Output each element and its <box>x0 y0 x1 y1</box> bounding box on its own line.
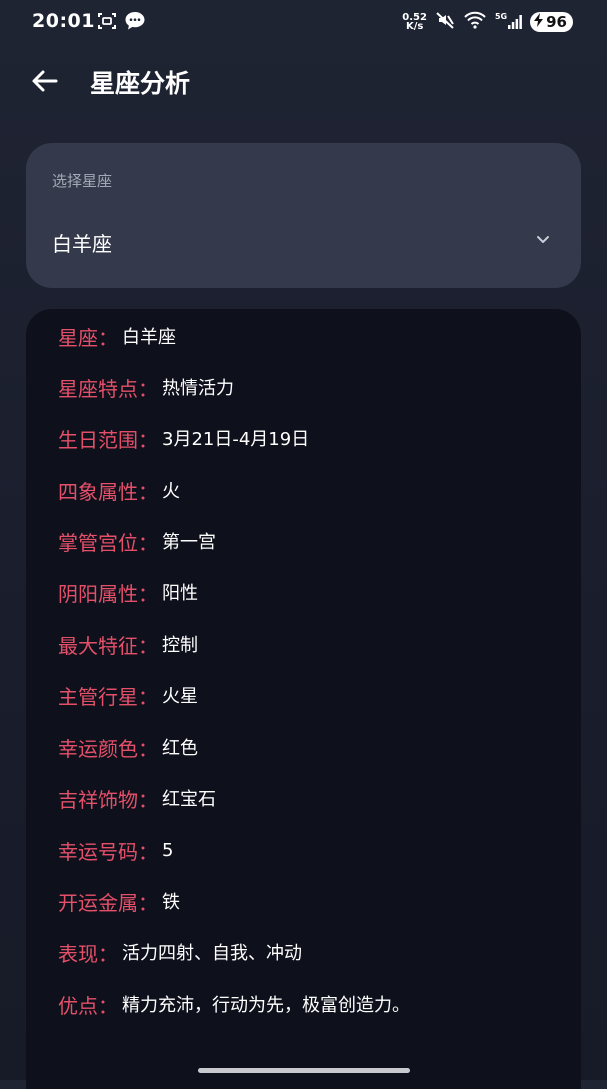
detail-row: 阴阳属性： 阳性 <box>58 577 198 607</box>
detail-value: 铁 <box>162 892 180 913</box>
back-button[interactable] <box>28 64 62 98</box>
detail-row: 表现： 活力四射、自我、冲动 <box>58 937 302 967</box>
charging-icon <box>534 13 544 31</box>
detail-row: 四象属性：火 <box>58 475 180 505</box>
detail-key: 优点： <box>58 993 118 1018</box>
detail-value: 火 <box>162 481 180 502</box>
constellation-details: 星座： 白羊座 星座特点： 热情活力 生日范围： 3月21日-4月19日 四象属性：火… <box>26 309 581 1089</box>
detail-value: 第一宫 <box>162 532 216 553</box>
detail-key: 阴阳属性： <box>58 581 158 606</box>
detail-value: 热情活力 <box>162 378 234 399</box>
detail-row: 吉祥饰物： 红宝石 <box>58 783 216 813</box>
detail-value: 3月21日-4月19日 <box>162 429 310 450</box>
message-icon <box>124 11 146 35</box>
detail-key: 星座： <box>58 325 118 350</box>
detail-row: 幸运颜色： 红色 <box>58 732 198 762</box>
home-indicator[interactable] <box>198 1068 410 1073</box>
detail-value: 红宝石 <box>162 789 216 810</box>
detail-key: 星座特点： <box>58 376 158 401</box>
detail-row: 幸运号码： 5 <box>58 835 173 865</box>
page-title: 星座分析 <box>90 69 191 98</box>
battery-indicator: 96 <box>530 12 573 32</box>
detail-row: 主管行星： 火星 <box>58 680 198 710</box>
detail-row: 最大特征： 控制 <box>58 629 198 659</box>
signal-icon: 5G <box>494 12 523 29</box>
select-label: 选择星座 <box>52 172 113 190</box>
detail-key: 掌管宫位： <box>58 530 158 555</box>
detail-row: 星座特点： 热情活力 <box>58 372 234 402</box>
detail-key: 吉祥饰物： <box>58 787 158 812</box>
status-time: 20:01 <box>32 10 95 32</box>
detail-key: 幸运颜色： <box>58 736 158 761</box>
status-bar: 20:01 0.52 K/s 5G 96 <box>0 0 607 44</box>
detail-value: 活力四射、自我、冲动 <box>122 943 302 964</box>
detail-value: 阳性 <box>162 583 198 604</box>
wifi-icon <box>463 10 487 34</box>
detail-value: 控制 <box>162 635 198 656</box>
detail-row: 生日范围： 3月21日-4月19日 <box>58 423 309 453</box>
detail-row: 优点： 精力充沛，行动为先，极富创造力。 <box>58 989 410 1019</box>
network-type: 5G <box>494 12 508 21</box>
chevron-down-icon <box>537 236 549 243</box>
detail-value: 5 <box>162 839 174 861</box>
detail-row: 星座： 白羊座 <box>58 321 176 351</box>
detail-value: 精力充沛，行动为先，极富创造力。 <box>122 995 410 1016</box>
arrow-left-icon <box>32 70 58 92</box>
detail-key: 四象属性： <box>58 479 158 504</box>
detail-value: 红色 <box>162 738 198 759</box>
status-indicators: 0.52 K/s 5G 96 <box>402 8 573 36</box>
mute-icon <box>435 10 455 34</box>
screenshot-icon <box>97 11 117 35</box>
detail-key: 最大特征： <box>58 633 158 658</box>
constellation-select[interactable]: 选择星座 白羊座 <box>26 143 581 288</box>
detail-key: 生日范围： <box>58 427 158 452</box>
select-value: 白羊座 <box>52 232 112 256</box>
app-bar: 星座分析 <box>0 44 607 120</box>
net-speed-unit: K/s <box>405 21 424 32</box>
detail-row: 开运金属：铁 <box>58 886 180 916</box>
detail-key: 表现： <box>58 941 118 966</box>
battery-level: 96 <box>546 13 567 31</box>
detail-key: 主管行星： <box>58 684 158 709</box>
net-speed: 0.52 K/s <box>402 13 427 32</box>
detail-key: 开运金属： <box>58 890 158 915</box>
detail-value: 白羊座 <box>122 327 176 348</box>
detail-row: 掌管宫位： 第一宫 <box>58 526 216 556</box>
detail-value: 火星 <box>162 686 198 707</box>
detail-key: 幸运号码： <box>58 839 158 864</box>
